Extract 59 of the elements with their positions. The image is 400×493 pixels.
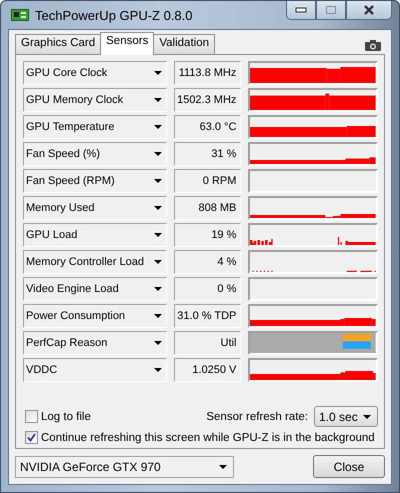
caret-icon [154,71,162,75]
sensor-value: Util [174,331,242,355]
caret-icon [154,179,162,183]
sensor-dropdown[interactable]: GPU Memory Clock [23,88,167,112]
sensor-value: 63.0 °C [174,115,242,139]
checkbox-label: Log to file [41,410,91,422]
caret-icon [154,152,162,156]
sensor-value: 19 % [174,223,242,247]
close-icon [363,5,375,15]
sensor-value: 31 % [174,142,242,166]
caret-icon [154,287,162,291]
sensor-dropdown[interactable]: Fan Speed (%) [23,142,167,166]
sensor-dropdown[interactable]: GPU Core Clock [23,61,167,85]
app-icon [11,8,29,22]
refresh-rate-dropdown[interactable]: 1.0 sec [314,406,378,427]
caret-icon [154,98,162,102]
tab[interactable]: Graphics Card [15,34,102,54]
gpu-dropdown[interactable]: NVIDIA GeForce GTX 970 [15,456,234,478]
sensor-value: 0 RPM [174,169,242,193]
sensor-value: 1113.8 MHz [174,61,242,85]
checkmark-icon [27,433,36,442]
camera-icon[interactable] [365,40,381,51]
sensor-value: 4 % [174,250,242,274]
window-title: TechPowerUp GPU-Z 0.8.0 [35,8,194,22]
caret-icon [219,464,227,468]
caret-icon [363,414,371,418]
caret-icon [154,206,162,210]
tab[interactable]: Validation [153,34,215,54]
checkbox-label: Continue refreshing this screen while GPU-Z is in the background [41,432,375,444]
minimize-icon [295,7,307,13]
tab[interactable]: Sensors [100,32,154,55]
sensor-dropdown[interactable]: Memory Used [23,196,167,220]
sensor-dropdown[interactable]: PerfCap Reason [23,331,167,355]
sensor-dropdown[interactable]: Memory Controller Load [23,250,167,274]
checkbox[interactable] [25,410,38,423]
minimize-button[interactable] [286,1,316,20]
sensor-value: 1502.3 MHz [174,88,242,112]
sensor-value: 31.0 % TDP [174,304,242,328]
refresh-rate-label: Sensor refresh rate: [206,410,308,422]
maximize-icon [325,5,337,15]
sensor-dropdown[interactable]: GPU Load [23,223,167,247]
sensor-dropdown[interactable]: Fan Speed (RPM) [23,169,167,193]
close-button[interactable] [346,1,392,20]
sensor-value: 1.0250 V [174,358,242,382]
caret-icon [154,368,162,372]
close-button[interactable]: Close [313,455,385,478]
sensor-dropdown[interactable]: GPU Temperature [23,115,167,139]
caret-icon [154,341,162,345]
maximize-button[interactable] [316,1,346,20]
caret-icon [154,125,162,129]
sensor-dropdown[interactable]: Video Engine Load [23,277,167,301]
caret-icon [154,233,162,237]
caret-icon [154,314,162,318]
sensor-value: 808 MB [174,196,242,220]
caret-icon [154,260,162,264]
sensor-dropdown[interactable]: Power Consumption [23,304,167,328]
sensor-value: 0 % [174,277,242,301]
sensor-dropdown[interactable]: VDDC [23,358,167,382]
checkbox[interactable] [25,431,38,444]
